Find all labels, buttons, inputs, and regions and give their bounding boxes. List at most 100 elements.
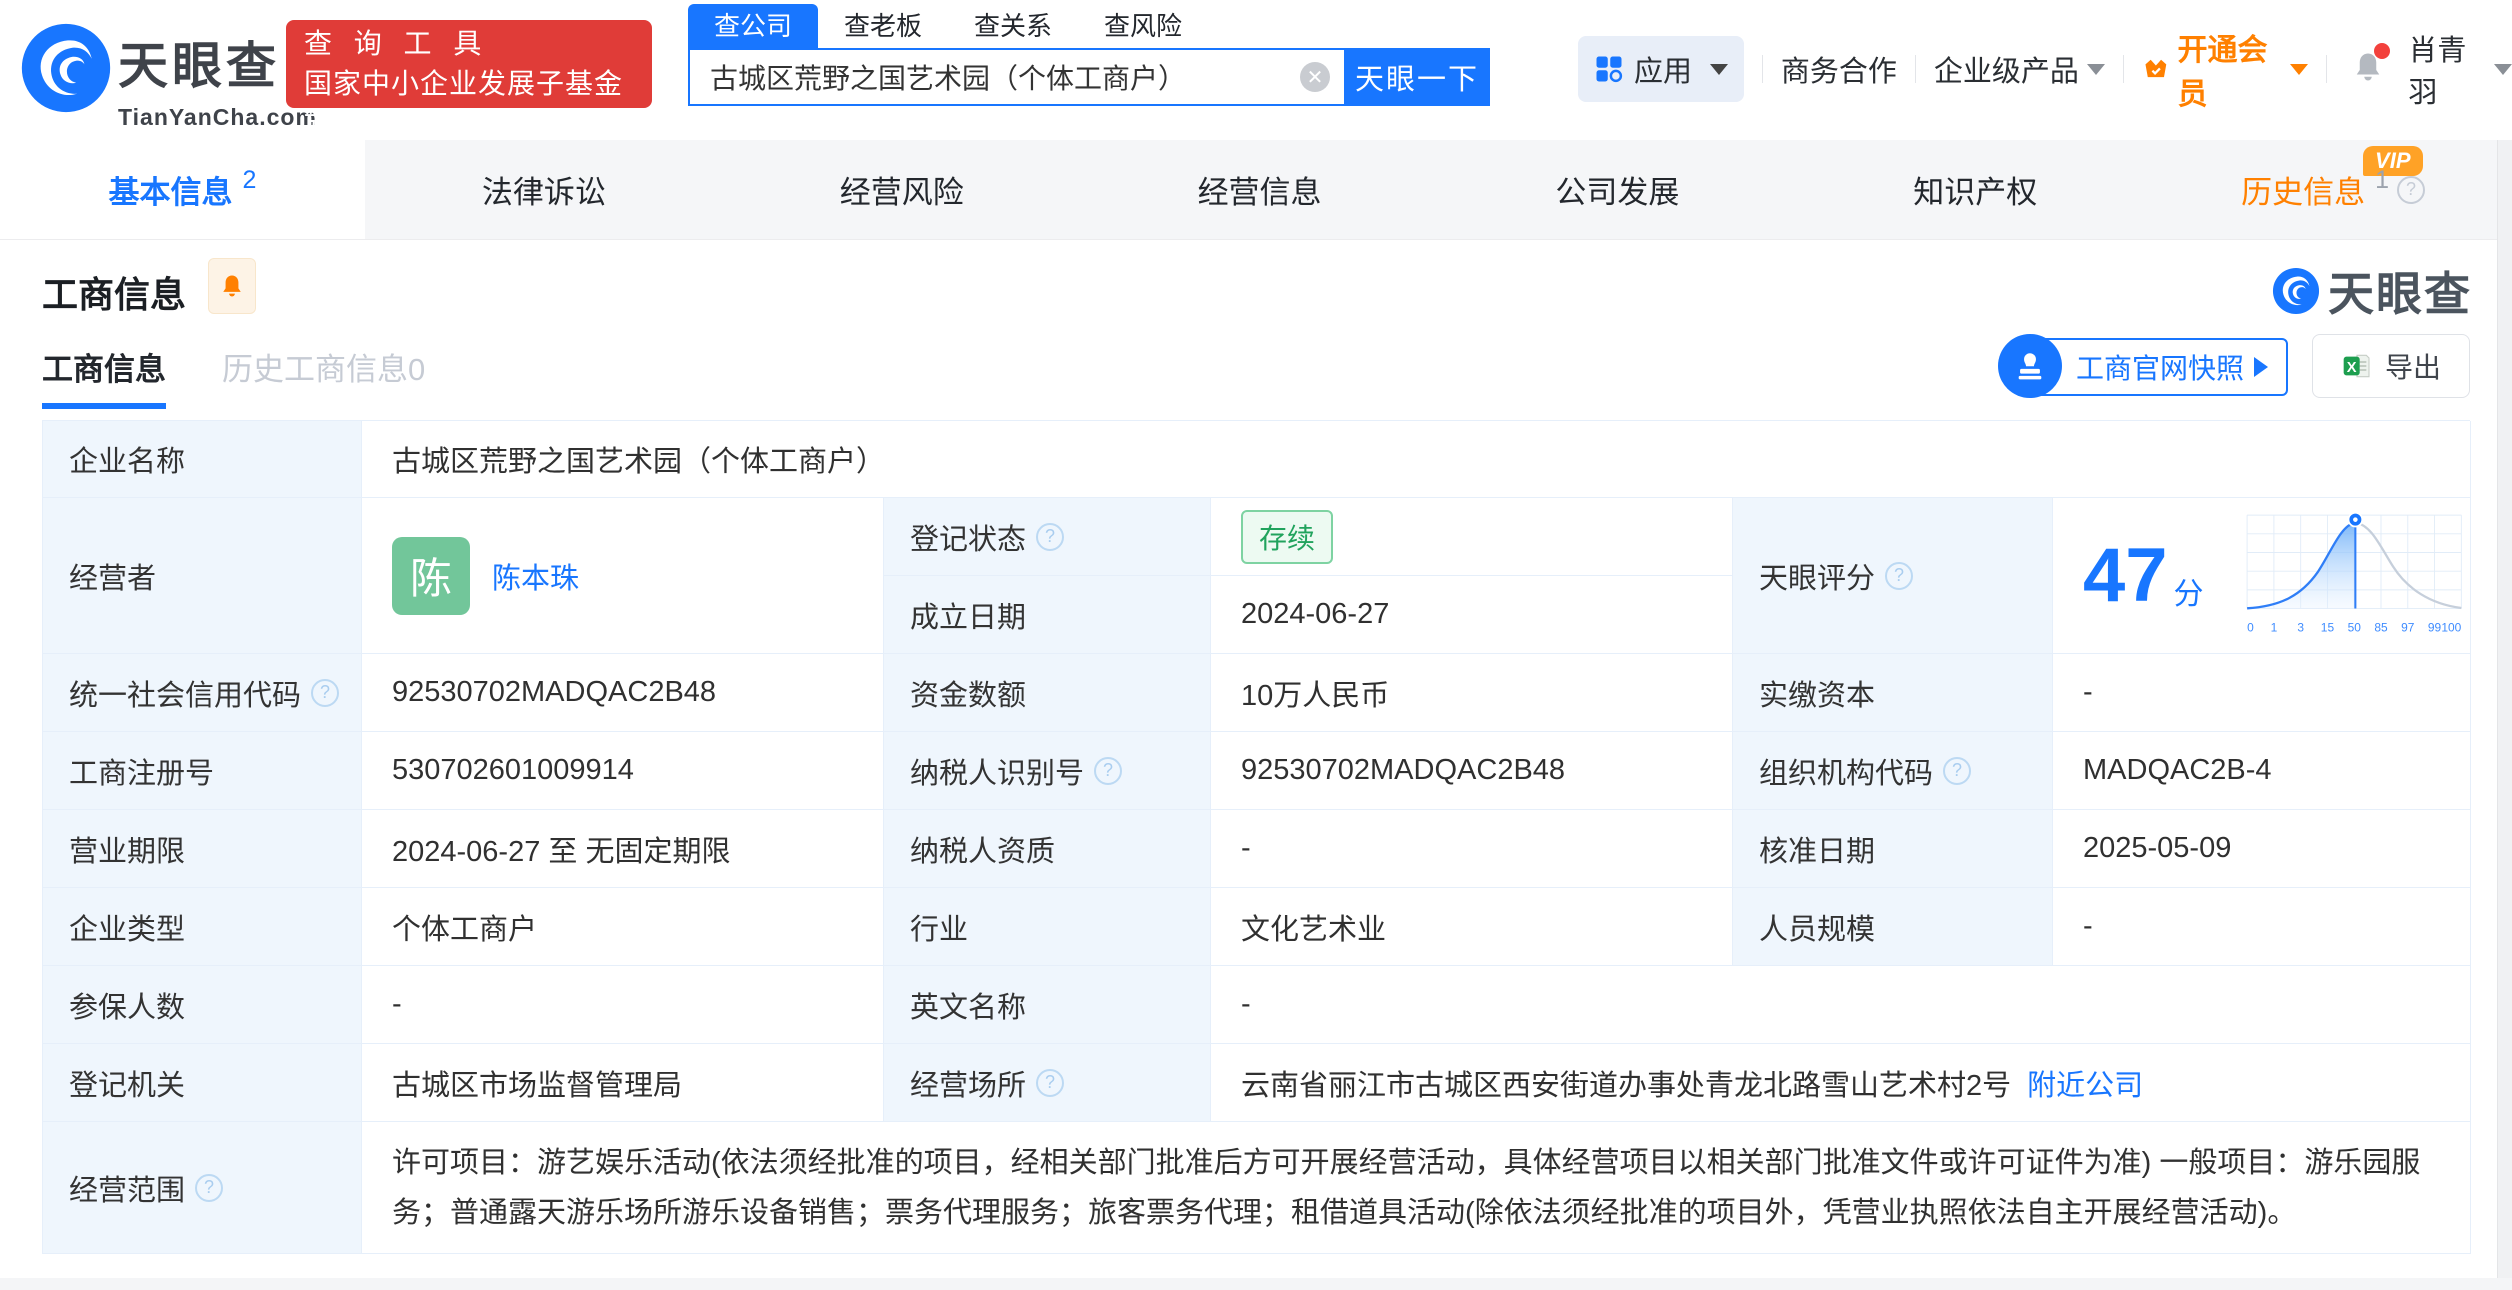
search-tab-risk[interactable]: 查风险 [1078,4,1208,48]
business-info-table: 企业名称 古城区荒野之国艺术园（个体工商户） 经营者 陈 陈本珠 登记状态? 存… [42,420,2470,1254]
slogan-line2: 国家中小企业发展子基金旗下机构 [304,64,634,144]
operator-avatar[interactable]: 陈 [392,537,470,615]
search-tab-boss[interactable]: 查老板 [818,4,948,48]
est-date-value: 2024-06-27 [1211,576,1733,654]
help-icon[interactable]: ? [1036,1069,1064,1097]
enterprise-menu[interactable]: 企业级产品 [1934,48,2079,90]
reg-status-value: 存续 [1211,498,1733,576]
tab-history[interactable]: VIP 历史信息 1 ? [2154,140,2512,239]
search-tab-relation[interactable]: 查关系 [948,4,1078,48]
tab-history-label: 历史信息 [2241,167,2365,212]
operator-name-link[interactable]: 陈本珠 [492,555,579,597]
tab-basic-info[interactable]: 基本信息 2 [0,140,365,239]
score-distribution-chart: 0 1 3 15 50 85 97 99 100 [2238,510,2470,641]
help-icon[interactable]: ? [311,679,339,707]
paidin-value: - [2053,654,2471,732]
help-icon[interactable]: ? [2397,176,2425,204]
tab-operating[interactable]: 经营信息 [1081,140,1439,239]
engname-label: 英文名称 [884,966,1211,1044]
nearby-companies-link[interactable]: 附近公司 [2027,1062,2143,1104]
user-caret-icon [2494,64,2512,75]
svg-text:0: 0 [2247,620,2254,634]
scrollbar[interactable] [2497,140,2512,1290]
insured-value: - [362,966,884,1044]
search-button[interactable]: 天眼一下 [1344,48,1490,106]
approve-value: 2025-05-09 [2053,810,2471,888]
premises-value: 云南省丽江市古城区西安街道办事处青龙北路雪山艺术村2号 附近公司 [1211,1044,2471,1122]
help-icon[interactable]: ? [1943,757,1971,785]
scope-label: 经营范围? [43,1122,362,1254]
tab-risk[interactable]: 经营风险 [723,140,1081,239]
username[interactable]: 肖青羽 [2408,27,2486,111]
search-tab-company[interactable]: 查公司 [688,4,818,48]
regno-value: 530702601009914 [362,732,884,810]
score-label: 天眼评分? [1733,498,2053,654]
help-icon[interactable]: ? [1094,757,1122,785]
svg-text:99: 99 [2427,620,2441,634]
help-icon[interactable]: ? [1036,523,1064,551]
operator-label: 经营者 [43,498,362,654]
company-name-value: 古城区荒野之国艺术园（个体工商户） [362,421,2471,498]
subtab-business-info[interactable]: 工商信息 [42,344,166,409]
company-nav-tabs: 基本信息 2 法律诉讼 经营风险 经营信息 公司发展 知识产权 VIP 历史信息… [0,140,2512,240]
tab-development[interactable]: 公司发展 [1438,140,1796,239]
tab-basic-count: 2 [243,166,257,195]
term-value: 2024-06-27 至 无固定期限 [362,810,884,888]
svg-text:1: 1 [2270,620,2277,634]
taxqual-value: - [1211,810,1733,888]
slogan-badge: 都 在 用 的 商 业 查 询 工 具 国家中小企业发展子基金旗下机构 [286,20,652,108]
operator-value: 陈 陈本珠 [362,498,884,654]
orange-bell-icon [218,272,246,300]
watermark: 天眼查 [2272,258,2472,324]
regno-label: 工商注册号 [43,732,362,810]
tianyancha-logo-icon[interactable] [20,22,112,114]
arrow-right-icon [2254,357,2268,377]
capital-value: 10万人民币 [1211,654,1733,732]
premises-label: 经营场所? [884,1044,1211,1122]
tab-development-label: 公司发展 [1555,167,1679,212]
orgcode-value: MADQAC2B-4 [2053,732,2471,810]
taxid-label: 纳税人识别号? [884,732,1211,810]
stamp-icon [1998,334,2062,398]
svg-text:85: 85 [2374,620,2388,634]
tab-legal[interactable]: 法律诉讼 [365,140,723,239]
uscc-value: 92530702MADQAC2B48 [362,654,884,732]
tab-operating-label: 经营信息 [1198,167,1322,212]
tab-risk-label: 经营风险 [840,167,964,212]
official-snapshot-button[interactable]: 工商官网快照 [2026,338,2288,396]
svg-text:X: X [2347,360,2357,376]
clear-search-icon[interactable]: ✕ [1300,62,1330,92]
export-label: 导出 [2385,346,2441,386]
export-button[interactable]: X 导出 [2312,334,2470,398]
industry-label: 行业 [884,888,1211,966]
paidin-label: 实缴资本 [1733,654,2053,732]
taxqual-label: 纳税人资质 [884,810,1211,888]
help-icon[interactable]: ? [1885,562,1913,590]
membership-caret-icon [2290,64,2308,75]
search-box: ✕ 天眼一下 [688,48,1490,106]
vip-badge: VIP [2363,146,2422,176]
membership-menu[interactable]: 开通会员 [2142,25,2308,113]
tab-ip[interactable]: 知识产权 [1796,140,2154,239]
footer-strip [0,1278,2512,1290]
watermark-logo-icon [2272,267,2320,315]
apps-label: 应用 [1634,48,1692,90]
orgcode-label: 组织机构代码? [1733,732,2053,810]
help-icon[interactable]: ? [195,1174,223,1202]
apps-menu[interactable]: 应用 [1578,36,1744,102]
notifications-button[interactable] [2350,49,2386,90]
reg-status-label: 登记状态? [884,498,1211,576]
search-input[interactable] [690,50,1300,104]
tab-history-count: 1 [2375,166,2389,195]
subtab-history-info[interactable]: 历史工商信息0 [222,344,425,409]
search-area: 查公司 查老板 查关系 查风险 ✕ 天眼一下 [688,4,1490,106]
uscc-label: 统一社会信用代码? [43,654,362,732]
svg-text:100: 100 [2441,620,2461,634]
subscribe-bell-button[interactable] [208,258,256,314]
section-title: 工商信息 [42,266,186,318]
watermark-text: 天眼查 [2328,258,2472,324]
svg-text:97: 97 [2401,620,2415,634]
cooperation-link[interactable]: 商务合作 [1781,48,1897,90]
apps-caret-icon [1710,64,1728,75]
divider [1915,55,1916,83]
